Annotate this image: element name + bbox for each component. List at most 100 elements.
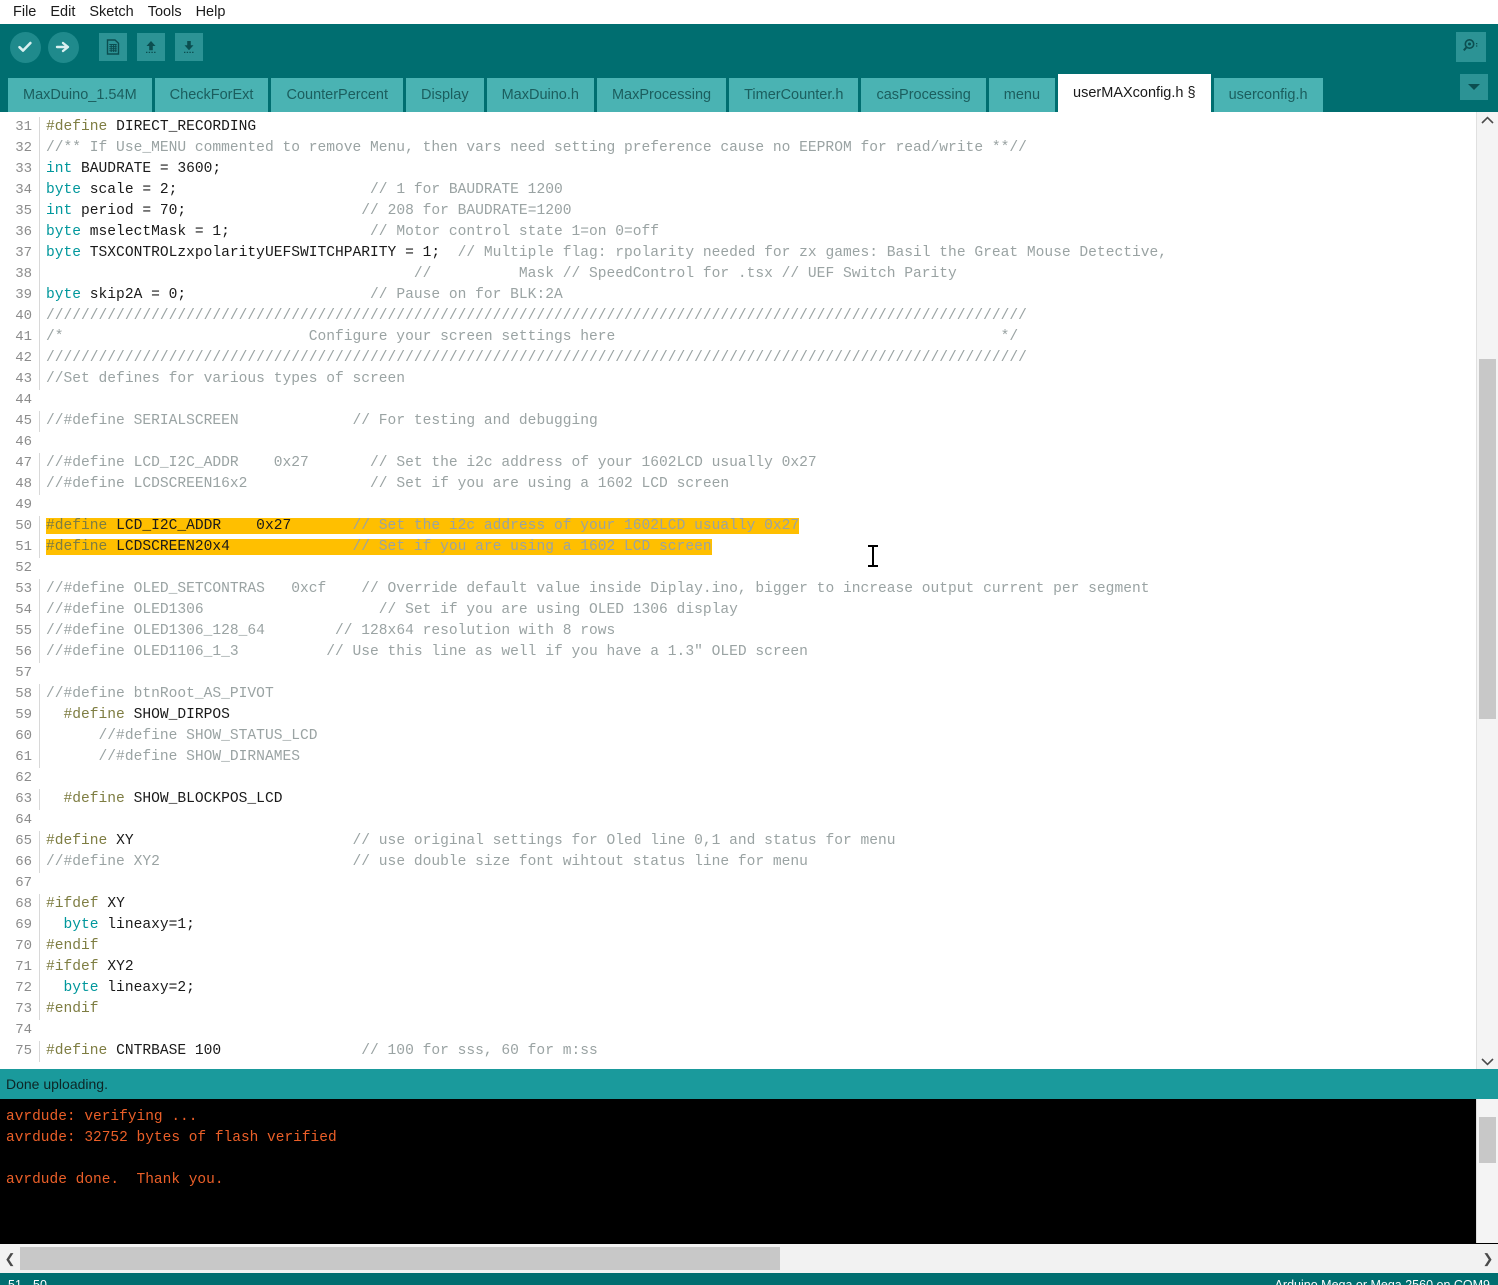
- line-number: 33: [15, 161, 32, 177]
- code-token: //#define SERIALSCREEN: [46, 413, 353, 429]
- arrow-up-icon: [137, 33, 165, 61]
- highlighted-selection: #define LCDSCREEN20x4 // Set if you are …: [46, 539, 712, 555]
- code-token: // Multiple flag: rpolarity needed for z…: [457, 245, 1167, 261]
- line-number: 57: [15, 665, 32, 681]
- code-token: /* Configure your screen settings here *…: [46, 329, 1019, 345]
- code-line: 65 #define XY // use original settings fo…: [0, 831, 1476, 852]
- code-token: // 128x64 resolution with 8 rows: [335, 623, 616, 639]
- line-content: //#define btnRoot_AS_PIVOT: [39, 684, 1476, 705]
- line-number: 71: [15, 959, 32, 975]
- open-button[interactable]: [134, 30, 168, 64]
- line-content: #define LCDSCREEN20x4 // Set if you are …: [39, 537, 1476, 558]
- console-vertical-scrollbar[interactable]: [1476, 1099, 1498, 1243]
- tab-casprocessing[interactable]: casProcessing: [861, 78, 986, 112]
- code-line: 46: [0, 432, 1476, 453]
- scroll-down-arrow-icon[interactable]: [1477, 1053, 1498, 1069]
- code-token: #endif: [46, 1001, 99, 1017]
- arrow-right-icon: [47, 31, 79, 63]
- menu-item-help[interactable]: Help: [189, 2, 233, 22]
- code-token: LCDSCREEN20x4: [116, 539, 353, 555]
- code-token: byte: [46, 287, 82, 303]
- code-token: //#define OLED1106_1_3: [46, 644, 327, 660]
- code-token: // Set if you are using OLED 1306 displa…: [361, 602, 738, 618]
- line-number: 34: [15, 182, 32, 198]
- code-line: 40 //////////////////////////////////////…: [0, 306, 1476, 327]
- line-content: byte lineaxy=2;: [39, 978, 1476, 999]
- code-token: // Pause on for BLK:2A: [370, 287, 563, 303]
- code-line: 67: [0, 873, 1476, 894]
- line-content: //#define OLED1306 // Set if you are usi…: [39, 600, 1476, 621]
- code-token: #define: [46, 518, 117, 534]
- code-line: 42 //////////////////////////////////////…: [0, 348, 1476, 369]
- tab-dropdown-button[interactable]: [1460, 74, 1488, 100]
- menu-item-edit[interactable]: Edit: [43, 2, 82, 22]
- code-token: CNTRBASE 100: [116, 1043, 362, 1059]
- code-line: 74: [0, 1020, 1476, 1041]
- console-scroll-thumb[interactable]: [1479, 1117, 1496, 1163]
- line-number: 36: [15, 224, 32, 240]
- new-file-icon: [99, 33, 127, 61]
- new-button[interactable]: [96, 30, 130, 64]
- upload-button[interactable]: [46, 30, 80, 64]
- code-line: 69 byte lineaxy=1;: [0, 915, 1476, 936]
- code-line: 70 #endif: [0, 936, 1476, 957]
- line-number: 58: [15, 686, 32, 702]
- tab-maxduino-h[interactable]: MaxDuino.h: [486, 78, 594, 112]
- line-content: byte skip2A = 0; // Pause on for BLK:2A: [39, 285, 1476, 306]
- line-number: 66: [15, 854, 32, 870]
- horizontal-scroll-thumb[interactable]: [20, 1247, 780, 1270]
- line-number: 61: [15, 749, 32, 765]
- line-content: //#define SHOW_STATUS_LCD: [39, 726, 1476, 747]
- line-number: 40: [15, 308, 32, 324]
- code-token: //#define LCD_I2C_ADDR 0x27: [46, 455, 371, 471]
- console-output[interactable]: avrdude: verifying ... avrdude: 32752 byt…: [0, 1099, 1498, 1243]
- code-token: period = 70;: [72, 203, 362, 219]
- editor-scroll-thumb[interactable]: [1479, 359, 1496, 719]
- code-text-area[interactable]: 31 #define DIRECT_RECORDING 32 //** If Use_…: [0, 112, 1476, 1069]
- code-token: //#define XY2: [46, 854, 353, 870]
- console-horizontal-scrollbar[interactable]: ❮ ❯: [0, 1243, 1498, 1273]
- tab-maxprocessing[interactable]: MaxProcessing: [596, 78, 727, 112]
- save-button[interactable]: [172, 30, 206, 64]
- tab-userconfig-h[interactable]: userconfig.h: [1213, 78, 1323, 112]
- code-line: 60 //#define SHOW_STATUS_LCD: [0, 726, 1476, 747]
- tab-menu[interactable]: menu: [988, 78, 1056, 112]
- scroll-up-arrow-icon[interactable]: [1477, 112, 1498, 128]
- tab-usermaxconfig-h[interactable]: userMAXconfig.h §: [1058, 74, 1211, 112]
- code-token: #endif: [46, 938, 99, 954]
- line-content: byte lineaxy=1;: [39, 915, 1476, 936]
- serial-monitor-button[interactable]: [1456, 32, 1486, 62]
- code-line: 37 byte TSXCONTROLzxpolarityUEFSWITCHPARI…: [0, 243, 1476, 264]
- code-line: 36 byte mselectMask = 1; // Motor control…: [0, 222, 1476, 243]
- tab-timercounter-h[interactable]: TimerCounter.h: [729, 78, 859, 112]
- code-token: // use double size font wihtout status l…: [352, 854, 808, 870]
- line-number: 45: [15, 413, 32, 429]
- menu-item-tools[interactable]: Tools: [141, 2, 189, 22]
- tab-checkforext[interactable]: CheckForExt: [154, 78, 269, 112]
- code-line: 61 //#define SHOW_DIRNAMES: [0, 747, 1476, 768]
- code-token: // Override default value inside Diplay.…: [361, 581, 1150, 597]
- line-content: #endif: [39, 936, 1476, 957]
- tab-counterpercent[interactable]: CounterPercent: [271, 78, 404, 112]
- scroll-left-arrow-icon[interactable]: ❮: [0, 1251, 20, 1267]
- scroll-right-arrow-icon[interactable]: ❯: [1478, 1251, 1498, 1267]
- code-token: int: [46, 203, 73, 219]
- tab-maxduino-1-54m[interactable]: MaxDuino_1.54M: [8, 78, 152, 112]
- code-line: 72 byte lineaxy=2;: [0, 978, 1476, 999]
- menu-item-sketch[interactable]: Sketch: [82, 2, 140, 22]
- cursor-position-label: 51 - 50: [8, 1278, 47, 1285]
- editor-vertical-scrollbar[interactable]: [1476, 112, 1498, 1069]
- line-number: 47: [15, 455, 32, 471]
- line-content: //#define XY2 // use double size font wi…: [39, 852, 1476, 873]
- code-line: 58 //#define btnRoot_AS_PIVOT: [0, 684, 1476, 705]
- line-number: 65: [15, 833, 32, 849]
- line-number: 39: [15, 287, 32, 303]
- code-token: // Use this line as well if you have a 1…: [326, 644, 808, 660]
- code-token: //#define OLED1306: [46, 602, 362, 618]
- tab-display[interactable]: Display: [406, 78, 484, 112]
- verify-button[interactable]: [8, 30, 42, 64]
- menu-item-file[interactable]: File: [6, 2, 43, 22]
- code-token: // Motor control state 1=on 0=off: [370, 224, 660, 240]
